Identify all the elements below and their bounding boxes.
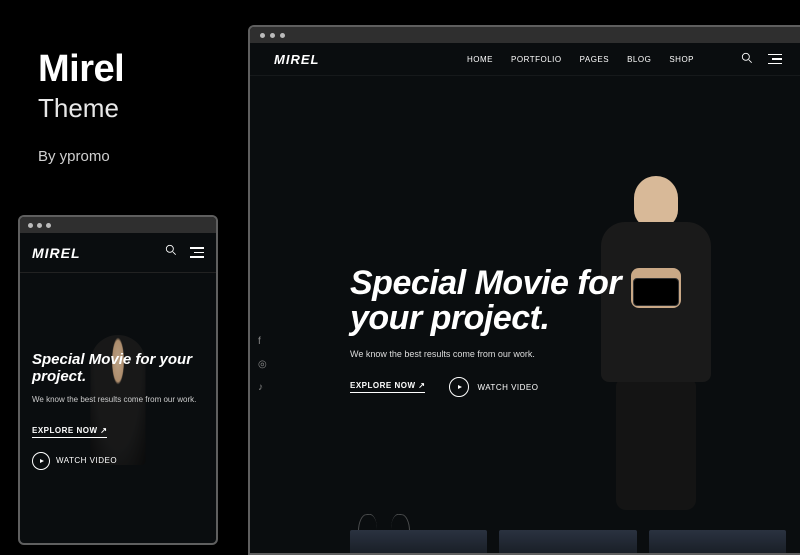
play-icon xyxy=(32,452,50,470)
nav-pages[interactable]: PAGES xyxy=(580,55,609,64)
nav-home[interactable]: HOME xyxy=(467,55,493,64)
theme-subtitle: Theme xyxy=(38,93,124,124)
window-controls xyxy=(250,27,800,43)
instagram-icon[interactable]: ◎ xyxy=(258,359,267,370)
tiktok-icon[interactable]: ♪ xyxy=(258,382,267,393)
explore-link[interactable]: EXPLORE NOW ↗ xyxy=(350,381,425,393)
thumbnail[interactable] xyxy=(350,530,487,555)
window-controls xyxy=(20,217,216,233)
social-links: f ◎ ♪ xyxy=(258,336,267,393)
logo[interactable]: MIREL xyxy=(274,52,319,67)
search-icon[interactable] xyxy=(164,243,178,262)
nav-shop[interactable]: SHOP xyxy=(669,55,694,64)
watch-video-button[interactable]: WATCH VIDEO xyxy=(449,377,538,397)
mobile-preview: MIREL Special Movie for your project. We… xyxy=(18,215,218,545)
search-icon[interactable] xyxy=(740,51,754,67)
theme-name: Mirel xyxy=(38,48,124,91)
thumbnail[interactable] xyxy=(499,530,636,555)
thumbnail[interactable] xyxy=(649,530,786,555)
hero-subline: We know the best results come from our w… xyxy=(32,394,204,406)
promo-title-block: Mirel Theme By ypromo xyxy=(38,48,124,165)
hero-subline: We know the best results come from our w… xyxy=(350,349,630,359)
desktop-preview: MIREL HOME PORTFOLIO PAGES BLOG SHOP f ◎… xyxy=(248,25,800,555)
hero-headline: Special Movie for your project. xyxy=(350,266,630,335)
play-icon xyxy=(449,377,469,397)
thumbnail-row xyxy=(350,530,786,555)
mobile-nav: MIREL xyxy=(20,233,216,273)
menu-icon[interactable] xyxy=(768,54,782,65)
explore-link[interactable]: EXPLORE NOW ↗ xyxy=(32,426,107,438)
logo[interactable]: MIREL xyxy=(32,245,81,261)
nav-blog[interactable]: BLOG xyxy=(627,55,651,64)
desktop-hero: f ◎ ♪ Special Movie for your project. We… xyxy=(250,76,800,552)
theme-author: By ypromo xyxy=(38,148,124,165)
mobile-hero: Special Movie for your project. We know … xyxy=(20,273,216,545)
nav-menu: HOME PORTFOLIO PAGES BLOG SHOP xyxy=(467,51,782,67)
menu-icon[interactable] xyxy=(190,247,204,258)
desktop-nav: MIREL HOME PORTFOLIO PAGES BLOG SHOP xyxy=(250,43,800,76)
facebook-icon[interactable]: f xyxy=(258,336,267,347)
watch-label: WATCH VIDEO xyxy=(56,456,117,465)
watch-video-button[interactable]: WATCH VIDEO xyxy=(32,452,204,470)
nav-portfolio[interactable]: PORTFOLIO xyxy=(511,55,562,64)
hero-headline: Special Movie for your project. xyxy=(32,351,204,386)
watch-label: WATCH VIDEO xyxy=(477,383,538,392)
